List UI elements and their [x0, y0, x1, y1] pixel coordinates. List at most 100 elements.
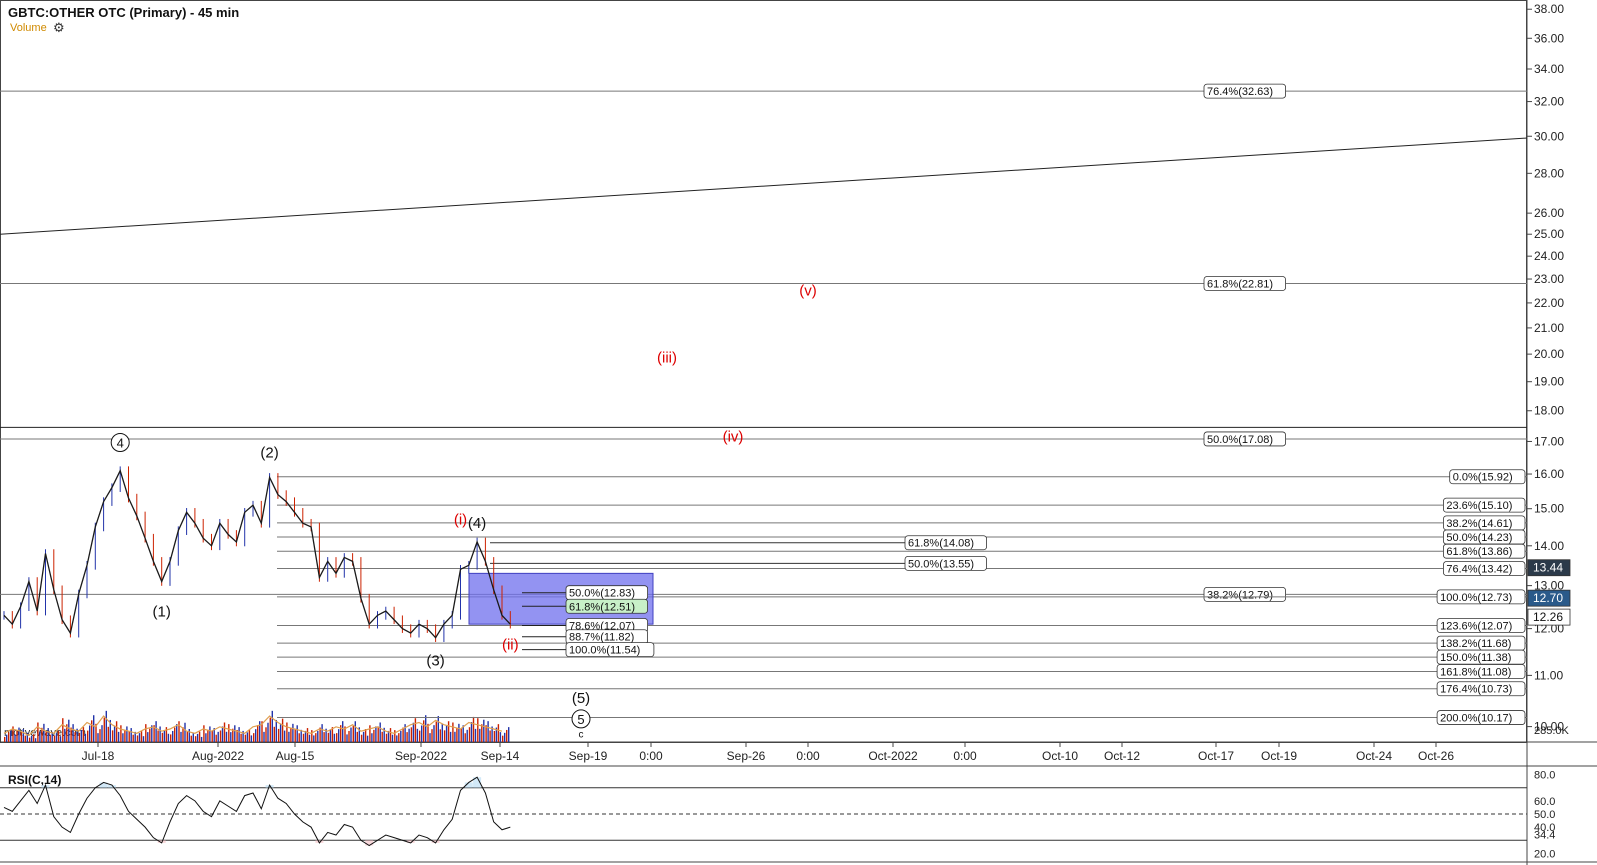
volume-bar	[329, 729, 332, 742]
volume-bar	[302, 733, 305, 742]
fib-levels-layer: 76.4%(32.63) 61.8%(22.81) 50.0%(17.08) 0.0%…	[0, 83, 1528, 725]
y-tick-label: 28.00	[1534, 166, 1564, 180]
volume-bar	[238, 727, 240, 742]
y-tick-label: 23.00	[1534, 272, 1564, 286]
volume-bar	[400, 730, 402, 742]
rsi-tick-label: 60.0	[1534, 796, 1555, 808]
price-line	[3, 468, 511, 639]
volume-bar	[122, 733, 124, 742]
volume-bar	[39, 731, 41, 742]
volume-bar	[18, 727, 20, 742]
volume-bar	[113, 725, 116, 742]
volume-bar	[223, 722, 226, 742]
volume-bar	[429, 733, 431, 742]
volume-bar	[74, 732, 76, 742]
x-tick-label: Sep-14	[481, 749, 520, 763]
x-tick-label: Aug-2022	[192, 749, 244, 763]
rsi-oversold-fill	[365, 840, 374, 846]
fib-tag-label: 61.8%(14.08)	[908, 538, 974, 550]
volume-bar	[172, 730, 174, 742]
volume-bar	[441, 723, 443, 742]
x-tick-label: Oct-26	[1418, 749, 1454, 763]
chart-canvas[interactable]: 76.4%(32.63) 61.8%(22.81) 50.0%(17.08) 0.0%…	[0, 0, 1597, 865]
volume-bar	[348, 730, 350, 742]
volume-bar	[225, 731, 228, 742]
price-tag-label: 12.26	[1533, 610, 1563, 624]
volume-bar	[277, 728, 280, 742]
volume-bar	[504, 732, 506, 742]
volume-bar	[198, 731, 201, 742]
volume-bar	[394, 730, 396, 742]
volume-bar	[412, 722, 415, 742]
volume-bar	[377, 726, 379, 742]
volume-bar	[474, 728, 477, 742]
fib-tag-label: 61.8%(12.51)	[569, 601, 635, 613]
volume-bar	[315, 733, 317, 742]
y-tick-label: 15.00	[1534, 502, 1564, 516]
volume-axis-label: 285.0K	[1534, 725, 1570, 737]
volume-bar	[267, 722, 269, 742]
volume-bar	[431, 729, 433, 742]
volume-bar	[253, 733, 255, 742]
volume-bar	[250, 735, 253, 742]
volume-bar	[203, 725, 205, 742]
fib-tag-label: 176.4%(10.73)	[1440, 684, 1512, 696]
x-tick-label: 0:00	[953, 749, 977, 763]
volume-bar	[161, 732, 164, 742]
fib-tag-label: 38.2%(12.79)	[1207, 589, 1273, 601]
volume-bar	[78, 732, 81, 742]
x-tick-label: Oct-12	[1104, 749, 1140, 763]
volume-bar	[103, 717, 105, 742]
volume-bar	[248, 730, 251, 742]
volume-bar	[298, 733, 300, 742]
volume-bar	[308, 734, 311, 742]
volume-bar	[414, 718, 417, 742]
volume-bar	[502, 735, 504, 742]
volume-bar	[93, 715, 95, 742]
volume-bar	[49, 734, 51, 742]
volume-bar	[101, 725, 103, 742]
fib-tag-label: 200.0%(10.17)	[1440, 713, 1512, 725]
volume-bar	[246, 732, 249, 742]
y-tick-label: 38.00	[1534, 2, 1564, 16]
volume-bar	[117, 731, 120, 742]
volume-bar	[182, 727, 184, 742]
volume-bar	[170, 734, 172, 742]
volume-bar	[452, 722, 454, 742]
volume-bar	[22, 729, 24, 742]
volume-bar	[439, 729, 441, 742]
volume-bar	[200, 736, 203, 742]
volume-bar	[149, 728, 151, 742]
volume-bar	[369, 725, 371, 742]
fib-tag-label: 0.0%(15.92)	[1453, 472, 1513, 484]
volume-bar	[221, 726, 224, 742]
volume-bar	[300, 729, 302, 742]
volume-bar	[142, 736, 145, 742]
fib-tag-label: 123.6%(12.07)	[1440, 621, 1512, 633]
volume-bar	[421, 725, 423, 742]
volume-bar	[466, 729, 468, 742]
volume-bar	[107, 726, 109, 742]
volume-bar	[371, 733, 373, 742]
volume-bar	[128, 730, 130, 742]
volume-bar	[352, 725, 354, 742]
y-tick-label: 11.00	[1534, 668, 1563, 682]
volume-bar	[327, 732, 330, 742]
volume-bar	[217, 731, 219, 742]
volume-bar	[275, 719, 277, 742]
volume-bar	[28, 737, 31, 742]
volume-bar	[194, 736, 197, 742]
fib-tag-label: 76.4%(32.63)	[1207, 86, 1273, 98]
volume-bar	[14, 734, 16, 742]
volume-bar	[356, 731, 358, 742]
volume-bar	[366, 735, 369, 742]
volume-bar	[126, 726, 128, 742]
fib-tag-label: 150.0%(11.38)	[1440, 652, 1511, 664]
wave-label: (i)	[454, 511, 467, 528]
volume-bar	[255, 729, 257, 742]
volume-bar	[435, 721, 437, 742]
fib-tag-label: 61.8%(22.81)	[1207, 278, 1273, 290]
volume-bar	[230, 732, 232, 742]
volume-bar	[311, 730, 313, 742]
x-tick-label: Aug-15	[276, 749, 315, 763]
